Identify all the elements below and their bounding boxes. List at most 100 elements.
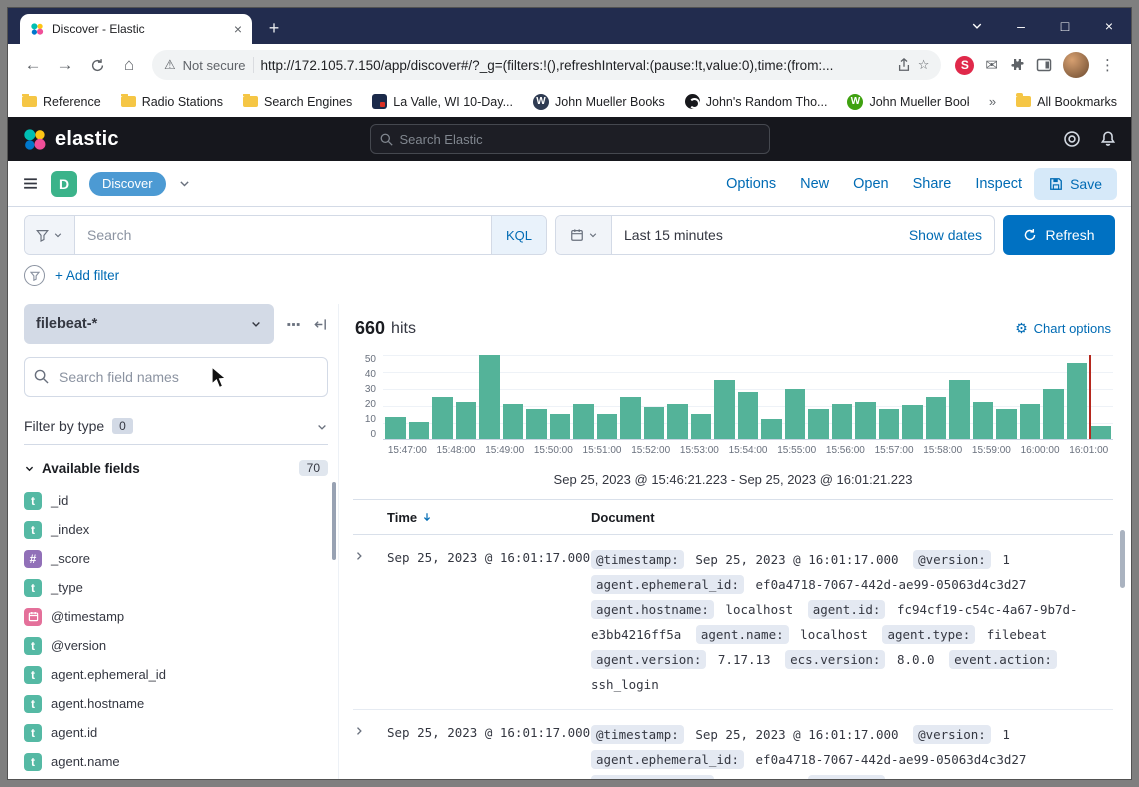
collapse-sidebar-icon[interactable] xyxy=(313,317,328,332)
histogram-bar[interactable] xyxy=(432,397,453,439)
histogram-bar[interactable] xyxy=(1090,426,1111,439)
home-icon[interactable]: ⌂ xyxy=(114,50,144,80)
side-panel-icon[interactable] xyxy=(1036,57,1052,73)
nav-link-new[interactable]: New xyxy=(800,176,829,192)
profile-avatar[interactable] xyxy=(1063,52,1089,78)
histogram-plot[interactable] xyxy=(383,355,1113,440)
bookmark-item[interactable]: Radio Stations xyxy=(121,95,223,109)
field-chip[interactable]: event.action: xyxy=(949,650,1057,669)
close-button[interactable]: × xyxy=(1087,8,1131,44)
breadcrumb-chevron-icon[interactable] xyxy=(178,177,191,190)
save-button[interactable]: Save xyxy=(1034,168,1117,200)
field-item[interactable]: tagent.name xyxy=(24,747,328,776)
histogram-bar[interactable] xyxy=(620,397,641,439)
histogram-bar[interactable] xyxy=(503,404,524,439)
breadcrumb[interactable]: Discover xyxy=(89,172,166,196)
field-chip[interactable]: agent.id: xyxy=(808,600,886,619)
histogram-bar[interactable] xyxy=(832,404,853,439)
histogram-bar[interactable] xyxy=(738,392,759,439)
help-icon[interactable] xyxy=(1063,130,1081,148)
alerts-icon[interactable] xyxy=(1099,130,1117,148)
index-pattern-selector[interactable]: filebeat-* xyxy=(24,304,274,344)
field-chip[interactable]: agent.version: xyxy=(591,650,706,669)
tab-search-icon[interactable] xyxy=(955,8,999,44)
mail-extension-icon[interactable]: ✉ xyxy=(985,56,998,74)
menu-hamburger-icon[interactable] xyxy=(22,175,39,192)
histogram-bar[interactable] xyxy=(526,409,547,439)
field-chip[interactable]: agent.type: xyxy=(882,625,975,644)
histogram-bar[interactable] xyxy=(785,389,806,439)
new-tab-button[interactable]: + xyxy=(262,18,286,39)
grammar-extension-icon[interactable]: S xyxy=(955,56,974,75)
forward-icon[interactable]: → xyxy=(50,50,80,80)
expand-row-button[interactable] xyxy=(353,547,387,697)
add-filter-button[interactable]: + Add filter xyxy=(55,268,119,283)
histogram-bar[interactable] xyxy=(644,407,665,439)
tab-close-icon[interactable]: × xyxy=(234,22,242,36)
histogram-bar[interactable] xyxy=(479,355,500,439)
global-search-input[interactable] xyxy=(400,132,760,147)
all-bookmarks-button[interactable]: All Bookmarks xyxy=(1016,95,1117,109)
chart-options-button[interactable]: ⚙ Chart options xyxy=(1015,320,1111,337)
field-item[interactable]: tagent.ephemeral_id xyxy=(24,660,328,689)
expand-row-button[interactable] xyxy=(353,722,387,779)
available-fields-header[interactable]: Available fields 70 xyxy=(24,460,328,476)
share-icon[interactable] xyxy=(897,58,911,72)
filter-by-type-button[interactable]: Filter by type 0 xyxy=(24,407,328,445)
filter-dropdown-button[interactable] xyxy=(25,216,75,254)
time-column-header[interactable]: Time xyxy=(387,510,591,525)
field-item[interactable]: tagent.id xyxy=(24,718,328,747)
field-chip[interactable]: @timestamp: xyxy=(591,550,684,569)
nav-link-share[interactable]: Share xyxy=(913,176,952,192)
bookmark-item[interactable]: WJohn Mueller Books xyxy=(533,94,665,110)
bookmark-item[interactable]: La Valle, WI 10-Day... xyxy=(372,94,513,109)
bookmark-item[interactable]: Reference xyxy=(22,95,101,109)
histogram-bar[interactable] xyxy=(409,422,430,439)
histogram-bar[interactable] xyxy=(550,414,571,439)
nav-link-inspect[interactable]: Inspect xyxy=(975,176,1022,192)
histogram-bar[interactable] xyxy=(996,409,1017,439)
refresh-button[interactable]: Refresh xyxy=(1003,215,1115,255)
bookmarks-overflow-icon[interactable]: » xyxy=(989,94,996,109)
field-chip[interactable]: agent.hostname: xyxy=(591,775,714,779)
field-chip[interactable]: agent.name: xyxy=(696,625,789,644)
filter-set-icon[interactable] xyxy=(24,265,45,286)
minimize-button[interactable]: – xyxy=(999,8,1043,44)
results-scrollbar[interactable] xyxy=(1120,530,1125,588)
histogram-bar[interactable] xyxy=(385,417,406,439)
histogram-bar[interactable] xyxy=(1043,389,1064,439)
query-search-input[interactable] xyxy=(75,216,491,254)
field-chip[interactable]: agent.hostname: xyxy=(591,600,714,619)
field-chip[interactable]: ecs.version: xyxy=(785,650,885,669)
histogram-bar[interactable] xyxy=(456,402,477,439)
histogram-bar[interactable] xyxy=(573,404,594,439)
field-item[interactable]: @timestamp xyxy=(24,602,328,631)
field-chip[interactable]: agent.id: xyxy=(808,775,886,779)
histogram-bar[interactable] xyxy=(667,404,688,439)
field-item[interactable]: #_score xyxy=(24,544,328,573)
field-chip[interactable]: @timestamp: xyxy=(591,725,684,744)
maximize-button[interactable]: □ xyxy=(1043,8,1087,44)
field-item[interactable]: t_id xyxy=(24,486,328,515)
field-chip[interactable]: agent.ephemeral_id: xyxy=(591,750,744,769)
show-dates-button[interactable]: Show dates xyxy=(897,216,994,254)
time-range-value[interactable]: Last 15 minutes xyxy=(612,216,897,254)
histogram-bar[interactable] xyxy=(973,402,994,439)
chrome-menu-icon[interactable]: ⋮ xyxy=(1100,56,1115,74)
sidebar-scrollbar[interactable] xyxy=(332,482,336,560)
nav-link-options[interactable]: Options xyxy=(726,176,776,192)
histogram-bar[interactable] xyxy=(949,380,970,439)
global-search[interactable] xyxy=(370,124,770,154)
extensions-puzzle-icon[interactable] xyxy=(1009,57,1025,73)
histogram-bar[interactable] xyxy=(1067,363,1088,439)
field-item[interactable]: t_index xyxy=(24,515,328,544)
space-avatar[interactable]: D xyxy=(51,171,77,197)
histogram-bar[interactable] xyxy=(926,397,947,439)
field-chip[interactable]: agent.ephemeral_id: xyxy=(591,575,744,594)
nav-link-open[interactable]: Open xyxy=(853,176,888,192)
histogram-bar[interactable] xyxy=(902,405,923,439)
back-icon[interactable]: ← xyxy=(18,50,48,80)
histogram-bar[interactable] xyxy=(808,409,829,439)
query-language-button[interactable]: KQL xyxy=(491,216,546,254)
field-item[interactable]: t_type xyxy=(24,573,328,602)
